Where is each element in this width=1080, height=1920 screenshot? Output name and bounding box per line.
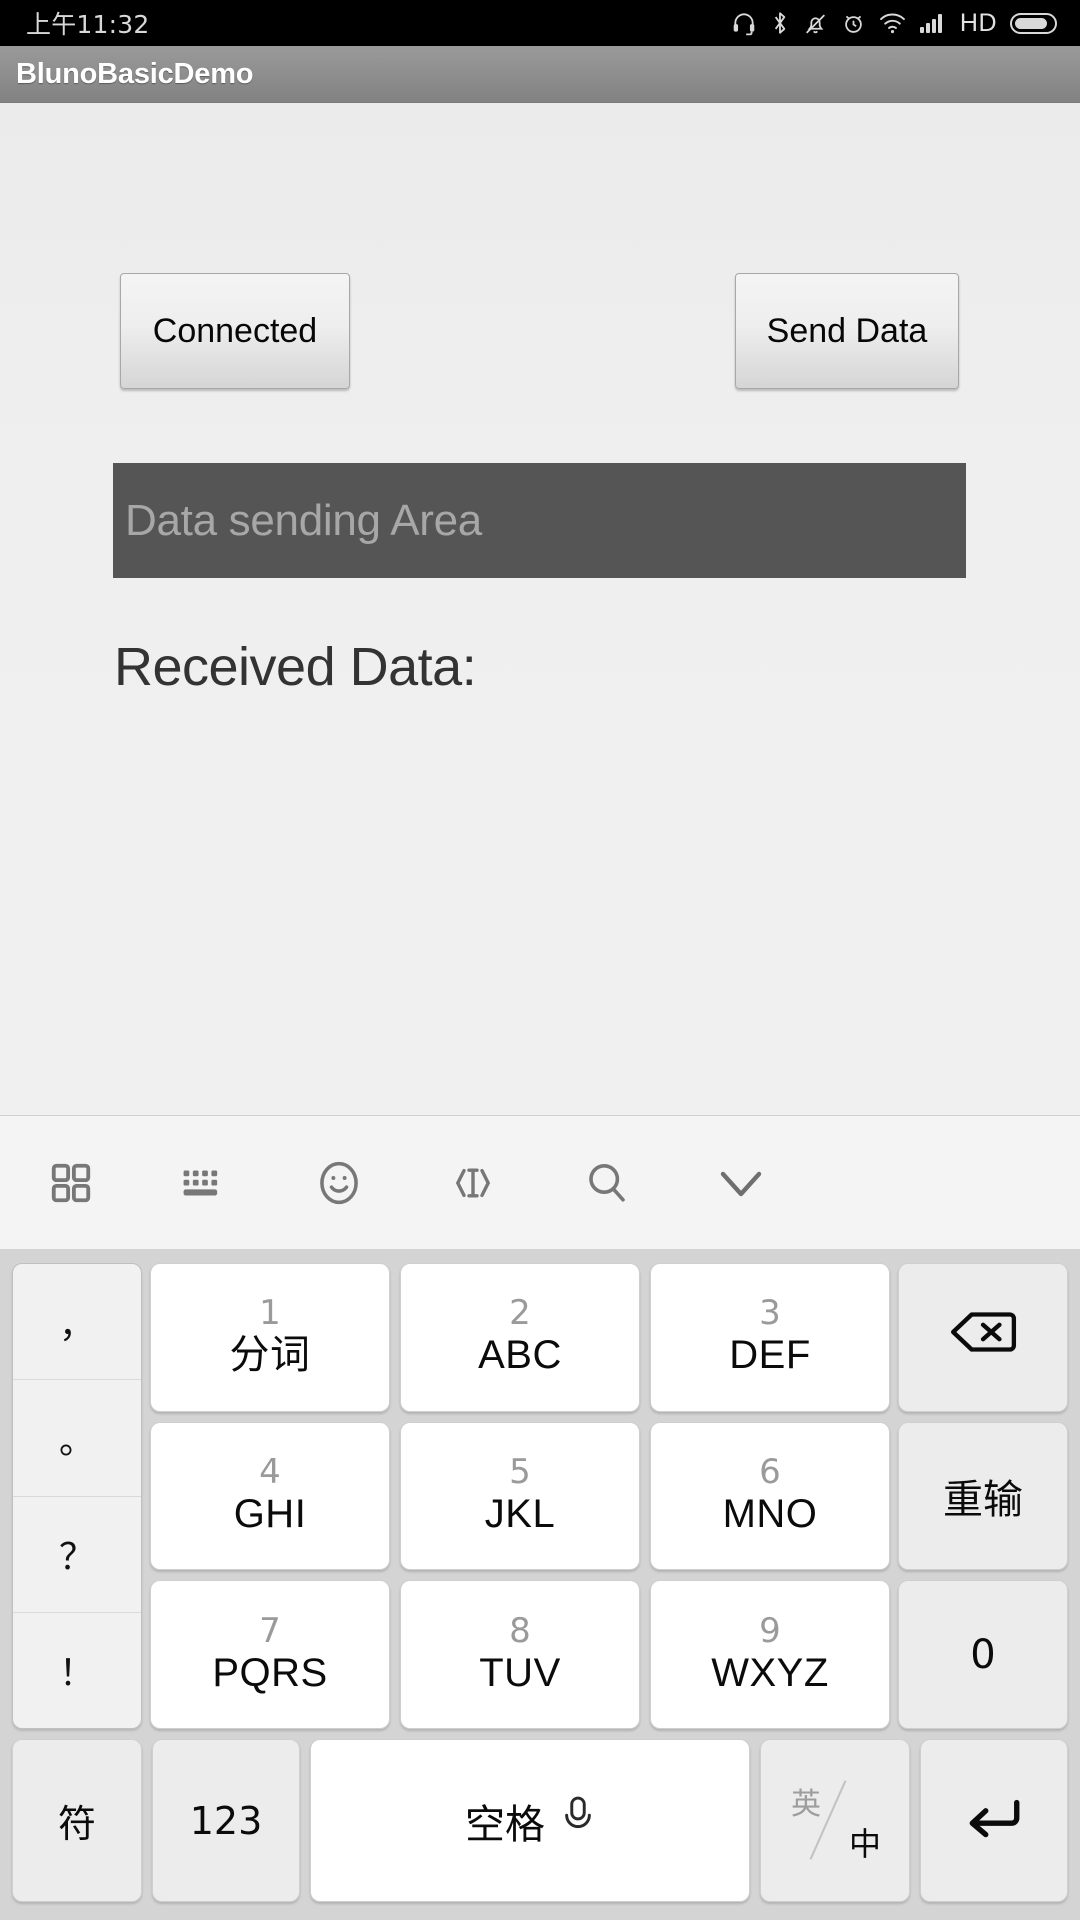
keyboard-icon[interactable]	[150, 1116, 260, 1250]
key-9-label: WXYZ	[711, 1650, 829, 1695]
key-1[interactable]: 1 分词	[150, 1263, 390, 1412]
backspace-icon	[948, 1307, 1018, 1367]
language-toggle-key[interactable]: 英 中	[760, 1739, 910, 1902]
key-3-number: 3	[759, 1293, 781, 1334]
ime-keyboard: ， 。 ？ ！ 1 分词 2 ABC 3 DEF 4 GHI 5 JKL 6 M…	[0, 1249, 1080, 1920]
key-0[interactable]: 0	[898, 1580, 1068, 1729]
mute-bell-icon	[803, 11, 828, 36]
key-2-number: 2	[509, 1293, 531, 1334]
number-key-grid: 1 分词 2 ABC 3 DEF 4 GHI 5 JKL 6 MNO 7 PQR…	[150, 1263, 890, 1729]
data-sending-placeholder: Data sending Area	[125, 495, 482, 545]
space-key[interactable]: 空格	[310, 1739, 750, 1902]
numeric-key[interactable]: 123	[152, 1739, 300, 1902]
send-data-button[interactable]: Send Data	[735, 273, 959, 389]
keyboard-main-area: ， 。 ？ ！ 1 分词 2 ABC 3 DEF 4 GHI 5 JKL 6 M…	[6, 1257, 1074, 1908]
text-cursor-icon[interactable]	[418, 1116, 528, 1250]
alarm-icon	[841, 11, 866, 36]
apps-grid-icon[interactable]	[16, 1116, 126, 1250]
key-3-label: DEF	[729, 1333, 811, 1378]
key-5-label: JKL	[484, 1491, 556, 1536]
signal-icon	[919, 11, 947, 35]
hd-indicator: HD	[959, 8, 997, 37]
connect-button[interactable]: Connected	[120, 273, 350, 389]
key-3[interactable]: 3 DEF	[650, 1263, 890, 1412]
key-6-label: MNO	[722, 1491, 818, 1536]
key-8-label: TUV	[479, 1650, 561, 1695]
key-question[interactable]: ？	[13, 1495, 141, 1612]
key-8[interactable]: 8 TUV	[400, 1580, 640, 1729]
chevron-down-icon[interactable]	[686, 1116, 796, 1250]
search-icon[interactable]	[552, 1116, 662, 1250]
wifi-icon	[879, 11, 906, 35]
key-5-number: 5	[509, 1452, 531, 1493]
keyboard-bottom-row: 符 123 空格 英 中	[12, 1739, 1068, 1902]
key-2-label: ABC	[478, 1333, 562, 1378]
key-1-number: 1	[259, 1293, 281, 1334]
action-bar: BlunoBasicDemo	[0, 46, 1080, 103]
status-clock: 上午11:32	[26, 10, 150, 39]
status-icon-group: HD	[731, 10, 1058, 36]
enter-arrow-icon	[963, 1791, 1025, 1851]
key-1-label: 分词	[229, 1333, 311, 1378]
key-4[interactable]: 4 GHI	[150, 1421, 390, 1571]
punctuation-column: ， 。 ？ ！	[12, 1263, 142, 1729]
key-7-label: PQRS	[212, 1650, 328, 1695]
space-key-label: 空格	[465, 1802, 545, 1847]
phone-screen: 上午11:32 HD BlunoBasicDemo Connected Send…	[0, 0, 1080, 1920]
symbol-key[interactable]: 符	[12, 1739, 142, 1902]
key-6-number: 6	[759, 1452, 781, 1493]
key-9-number: 9	[759, 1610, 781, 1651]
reinput-key[interactable]: 重输	[898, 1421, 1068, 1571]
language-toggle-glyph: 英 中	[787, 1773, 883, 1869]
received-data-label: Received Data:	[114, 637, 477, 697]
key-exclamation[interactable]: ！	[13, 1611, 141, 1728]
headset-icon	[731, 10, 757, 36]
key-9[interactable]: 9 WXYZ	[650, 1580, 890, 1729]
key-4-number: 4	[259, 1452, 281, 1493]
key-5[interactable]: 5 JKL	[400, 1421, 640, 1571]
ime-toolbar	[0, 1115, 1080, 1249]
key-comma[interactable]: ，	[13, 1264, 141, 1379]
key-6[interactable]: 6 MNO	[650, 1421, 890, 1571]
key-7[interactable]: 7 PQRS	[150, 1580, 390, 1729]
app-content: Connected Send Data Data sending Area Re…	[0, 103, 1080, 1115]
emoji-icon[interactable]	[284, 1116, 394, 1250]
microphone-icon	[561, 1794, 595, 1848]
status-bar: 上午11:32 HD	[0, 0, 1080, 46]
key-7-number: 7	[259, 1610, 281, 1651]
data-sending-input[interactable]: Data sending Area	[113, 463, 966, 578]
bluetooth-icon	[770, 10, 790, 36]
key-4-label: GHI	[233, 1491, 307, 1536]
backspace-key[interactable]	[898, 1263, 1068, 1412]
key-2[interactable]: 2 ABC	[400, 1263, 640, 1412]
key-period[interactable]: 。	[13, 1379, 141, 1495]
battery-icon	[1010, 11, 1058, 36]
enter-key[interactable]	[920, 1739, 1068, 1902]
language-chinese-label: 中	[848, 1825, 881, 1862]
app-title: BlunoBasicDemo	[16, 57, 254, 90]
utility-column: 重输 0	[898, 1263, 1068, 1729]
language-english-label: 英	[791, 1787, 821, 1821]
key-8-number: 8	[509, 1610, 531, 1651]
